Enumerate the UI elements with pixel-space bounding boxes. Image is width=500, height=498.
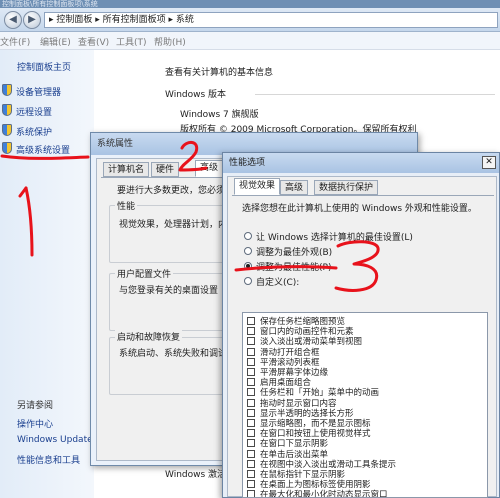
- underline-best-performance: [234, 265, 338, 272]
- annotation-number-1-flag: [18, 186, 28, 198]
- annotation-number-1-stroke: [24, 186, 34, 257]
- annotation-number-3: [334, 240, 380, 292]
- red-annotation-layer: [0, 141, 380, 292]
- underline-advanced-settings: [0, 154, 90, 160]
- annotation-number-2: [178, 141, 208, 172]
